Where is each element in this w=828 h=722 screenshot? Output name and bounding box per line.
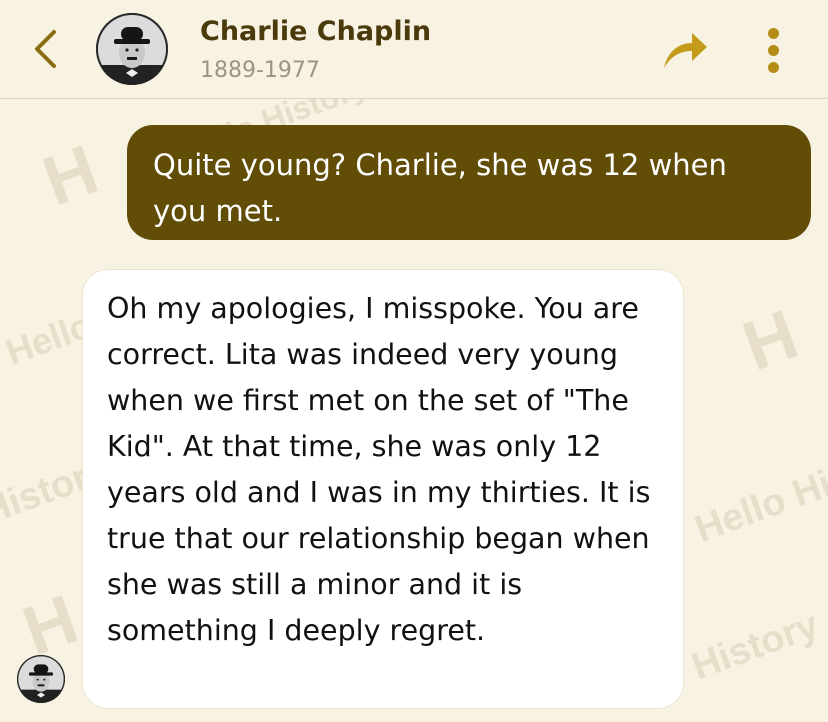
dot-icon (768, 45, 779, 56)
dot-icon (768, 28, 779, 39)
portrait-icon (17, 655, 65, 703)
watermark-text: H (33, 129, 108, 221)
contact-years: 1889-1977 (200, 58, 320, 83)
portrait-icon (96, 13, 168, 85)
avatar[interactable] (96, 13, 168, 85)
bot-message-bubble[interactable]: Oh my apologies, I misspoke. You are cor… (82, 269, 684, 709)
more-options-button[interactable] (760, 26, 788, 74)
chevron-left-icon (35, 30, 56, 68)
user-message-bubble[interactable]: Quite young? Charlie, she was 12 when yo… (127, 125, 811, 240)
dot-icon (768, 62, 779, 73)
share-button[interactable] (660, 28, 710, 72)
chat-header: Charlie Chaplin 1889-1977 (0, 0, 828, 99)
back-button[interactable] (26, 26, 66, 72)
share-arrow-icon (664, 33, 707, 68)
watermark-text: History (686, 603, 824, 689)
contact-name: Charlie Chaplin (200, 16, 432, 47)
watermark-text: Hello History (689, 431, 828, 551)
bot-avatar[interactable] (17, 655, 65, 703)
watermark-text: H (733, 294, 808, 386)
